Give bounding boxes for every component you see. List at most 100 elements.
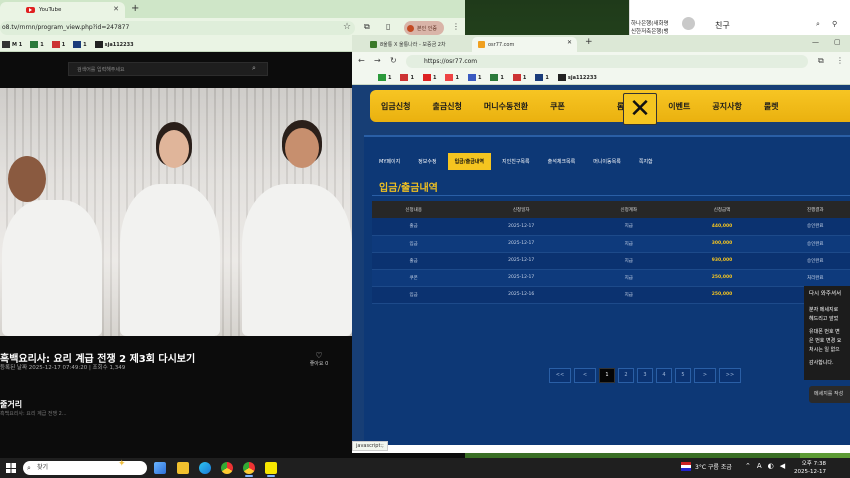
cell-amount: 930,000 [670,252,774,270]
page-first-button[interactable]: << [549,368,571,383]
browser-menu-icon[interactable]: ⋮ [836,56,844,65]
page-button[interactable]: 2 [618,368,634,383]
taskbar-clock[interactable]: 오후 7:38 2025-12-17 [794,460,826,476]
profile-pill[interactable]: 본인 인증 [404,21,444,35]
menu-notice[interactable]: 공지사항 [701,101,752,112]
volume-icon[interactable]: ◀ [780,462,785,470]
chat-message-input[interactable]: 메세지를 작성 [809,386,850,403]
extensions-icon[interactable]: ⧉ [818,56,824,66]
bookmark-item[interactable]: 1 [400,74,414,81]
site-search-input[interactable]: 검색어를 입력해주세요 [68,62,268,76]
right-url-field[interactable]: https://osr77.com [406,55,808,68]
mypage-panel: MY페이지 정보수정 입금/출금내역 지인친구목록 출석체크목록 머니이동목록 … [364,135,850,445]
close-tab-icon[interactable]: ✕ [113,5,119,13]
network-icon[interactable]: ◐ [768,462,774,470]
maximize-icon[interactable]: ▢ [834,38,841,46]
video-person [242,120,352,336]
clock-date: 2025-12-17 [794,469,826,475]
bookmark-item[interactable]: 1 [378,74,391,81]
tab-8ulpung[interactable]: 8울퉁 X 울퉁나라 - 보증금 2차 [358,37,458,52]
chrome-icon[interactable] [243,462,255,474]
page-button[interactable]: 3 [637,368,653,383]
taskbar-search[interactable]: ⌕ 찾기 [23,461,147,475]
tab-mypage[interactable]: MY페이지 [372,153,408,170]
back-icon[interactable]: ← [358,56,365,65]
tab-money-move[interactable]: 머니이동목록 [586,153,628,170]
menu-event[interactable]: 이벤트 [657,101,701,112]
bookmark-item[interactable]: sja112233 [94,41,134,48]
video-player[interactable] [0,88,352,336]
tab-title: osr77.com [488,41,515,48]
tab-attendance[interactable]: 출석체크목록 [540,153,583,170]
file-explorer-icon[interactable] [177,462,189,474]
new-tab-icon[interactable]: + [131,3,139,14]
cell-account: 지급 [587,269,671,287]
table-row: 입금 2025-12-16 지급 250,000 승인 [372,286,850,304]
tab-edit-info[interactable]: 정보수정 [411,153,444,170]
chat-line: 처시는 일 없으 [809,347,840,353]
youtube-icon [26,7,35,13]
menu-deposit[interactable]: 입금신청 [370,101,421,112]
tab-transactions[interactable]: 입금/출금내역 [447,153,492,170]
close-icon[interactable]: ✕ [623,93,657,125]
bookmark-item[interactable]: 1 [535,74,549,81]
chrome-icon[interactable] [221,462,233,474]
bookmark-item[interactable]: 1 [73,41,87,48]
page-last-button[interactable]: >> [719,368,741,383]
search-icon[interactable]: ⌕ [252,64,256,73]
reload-icon[interactable]: ↻ [390,56,397,65]
tab-friends[interactable]: 지인친구목록 [495,153,537,170]
bookmark-item[interactable]: M 1 [2,41,22,48]
edge-icon[interactable] [199,462,211,474]
bookmark-item[interactable]: 1 [422,74,436,81]
bookmark-item[interactable]: 1 [51,41,65,48]
status-bar: javascript:; [352,441,388,451]
bookmark-item[interactable]: 1 [490,74,504,81]
task-view-icon[interactable] [154,462,166,474]
sidepanel-icon[interactable]: ▯ [386,22,390,31]
chat-line: 은 번호 변경 요 [809,338,842,344]
add-friend-icon[interactable]: ⚲ [832,20,837,28]
profile-avatar-icon [407,24,414,32]
close-tab-icon[interactable]: ✕ [567,39,572,46]
menu-roulette[interactable]: 룰렛 [753,101,790,112]
column-header: 신청금액 [670,201,774,218]
left-url-field[interactable]: o8.tv/rnrnn/program_view.php?id=247877 [0,21,355,35]
chat-line: 감사합니다. [809,360,834,366]
bookmark-star-icon[interactable]: ☆ [343,22,351,32]
extensions-icon[interactable]: ⧉ [364,22,370,32]
search-icon[interactable]: ⌕ [816,20,820,29]
windows-start-icon[interactable] [6,463,16,473]
forward-icon[interactable]: → [374,56,381,65]
menu-money-convert[interactable]: 머니수동전환 [473,101,539,112]
page-button[interactable]: 1 [599,368,615,383]
new-tab-icon[interactable]: + [585,37,593,47]
page-button[interactable]: 5 [675,368,691,383]
kakaotalk-icon[interactable] [265,462,277,474]
table-row: 출금 2025-12-17 지급 440,000 승인완료 [372,218,850,236]
language-icon[interactable]: A [757,462,762,470]
like-button[interactable]: ♡ 좋아요 0 [306,351,332,367]
tab-osr77[interactable]: osr77.com ✕ [472,37,577,52]
video-person [2,156,102,336]
bookmark-item[interactable]: 1 [512,74,526,81]
page-button[interactable]: 4 [656,368,672,383]
tab-messages[interactable]: 쪽지함 [631,153,660,170]
page-prev-button[interactable]: < [574,368,596,383]
bookmark-item[interactable]: 1 [467,74,481,81]
table-row: 출금 2025-12-17 지급 930,000 승인완료 [372,252,850,270]
copilot-sparkle-icon[interactable]: ✦ [118,459,126,469]
weather-widget[interactable]: 3°C 구름 조금 [681,462,732,471]
menu-withdraw[interactable]: 출금신청 [421,101,472,112]
menu-coupon[interactable]: 쿠폰 [539,101,576,112]
tab-youtube[interactable]: YouTube ✕ [0,2,125,18]
site-favicon-icon [370,41,377,48]
page-next-button[interactable]: > [694,368,716,383]
bookmark-item[interactable]: sja112233 [557,74,597,81]
minimize-icon[interactable]: — [812,38,819,46]
bookmark-item[interactable]: 1 [445,74,459,81]
browser-menu-icon[interactable]: ⋮ [452,22,460,31]
bookmark-item[interactable]: 1 [30,41,44,48]
cell-status: 처리완료 [773,269,850,287]
chevron-up-icon[interactable]: ⌃ [745,462,751,470]
